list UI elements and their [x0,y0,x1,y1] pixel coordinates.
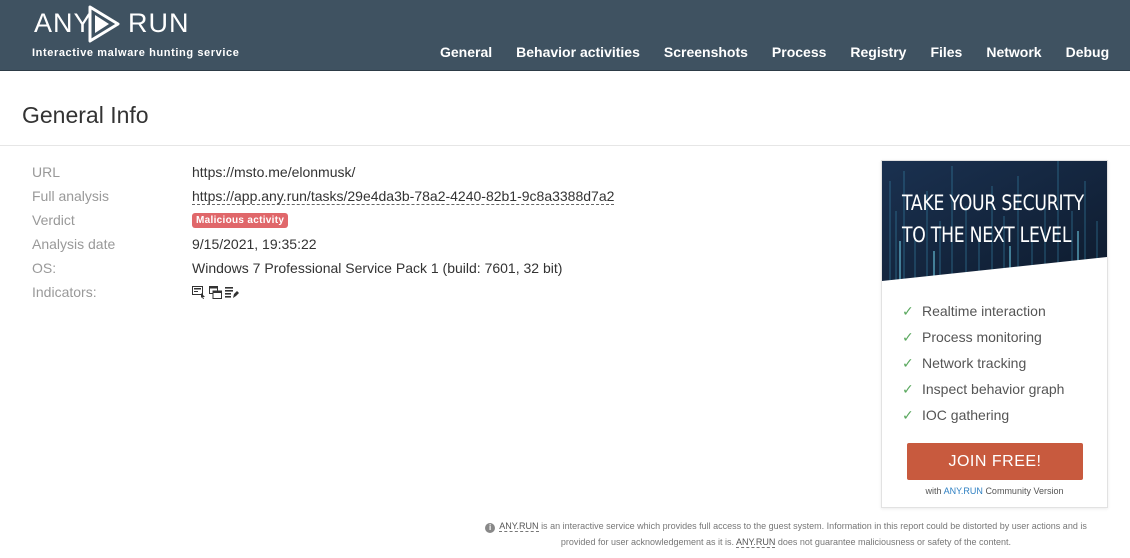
info-icon: i [485,523,496,533]
nav-debug[interactable]: Debug [1054,44,1122,60]
analysis-date-value: 9/15/2021, 19:35:22 [192,236,317,252]
verdict-badge: Malicious activity [192,212,289,228]
info-row-analysis-date: Analysis date 9/15/2021, 19:35:22 [32,234,317,254]
page-title: General Info [22,102,149,128]
list-item: ✓ IOC gathering [902,402,1064,428]
screenshot-icon[interactable] [192,285,206,299]
url-label: URL [32,164,61,180]
check-icon: ✓ [902,406,914,423]
indicators-label: Indicators: [32,284,97,300]
promo-headline-line1: TAKE YOUR SECURITY [902,191,1084,215]
nav-behavior-activities[interactable]: Behavior activities [504,44,652,60]
feature-label: Process monitoring [922,329,1042,345]
file-lines-icon[interactable] [225,286,239,299]
url-value: https://msto.me/elonmusk/ [192,164,356,180]
list-item: ✓ Process monitoring [902,324,1064,350]
promo-headline-line2: TO THE NEXT LEVEL [902,223,1072,247]
footer-text-2: does not guarantee maliciousness or safe… [777,537,1012,547]
promo-card: TAKE YOUR SECURITY TO THE NEXT LEVEL ✓ R… [881,160,1108,508]
promo-foot-suffix: Community Version [985,486,1064,496]
info-row-indicators: Indicators: [32,282,239,302]
logo-tagline: Interactive malware hunting service [32,47,240,59]
feature-label: IOC gathering [922,407,1010,423]
promo-foot-brand-link[interactable]: ANY.RUN [944,486,983,496]
logo-text-run: RUN [128,8,190,38]
top-navigation-bar: ANY RUN Interactive malware hunting serv… [0,0,1130,71]
check-icon: ✓ [902,380,914,397]
promo-footnote: with ANY.RUN Community Version [882,486,1107,496]
indicator-icons [192,285,239,299]
info-row-full-analysis: Full analysis https://app.any.run/tasks/… [32,186,615,206]
list-item: ✓ Realtime interaction [902,298,1064,324]
list-item: ✓ Inspect behavior graph [902,376,1064,402]
full-analysis-link[interactable]: https://app.any.run/tasks/29e4da3b-78a2-… [192,188,615,205]
feature-list: ✓ Realtime interaction ✓ Process monitor… [902,298,1064,428]
nav-files[interactable]: Files [918,44,974,60]
nav-screenshots[interactable]: Screenshots [652,44,760,60]
footer-disclaimer: i ANY.RUN is an interactive service whic… [480,518,1092,550]
feature-label: Inspect behavior graph [922,381,1065,397]
check-icon: ✓ [902,328,914,345]
os-label: OS: [32,260,57,276]
check-icon: ✓ [902,302,914,319]
play-logo-icon [88,5,120,43]
check-icon: ✓ [902,354,914,371]
nav-network[interactable]: Network [974,44,1053,60]
info-row-os: OS: Windows 7 Professional Service Pack … [32,258,562,278]
verdict-label: Verdict [32,212,75,228]
feature-label: Network tracking [922,355,1027,371]
info-row-verdict: Verdict Malicious activity [32,210,289,230]
nav-process[interactable]: Process [760,44,838,60]
nav-general[interactable]: General [428,44,504,60]
info-row-url: URL https://msto.me/elonmusk/ [32,162,355,182]
footer-brand-1[interactable]: ANY.RUN [499,521,539,532]
promo-foot-prefix: with [925,486,942,496]
full-analysis-label: Full analysis [32,188,110,204]
promo-headline: TAKE YOUR SECURITY TO THE NEXT LEVEL [902,187,1084,251]
list-item: ✓ Network tracking [902,350,1064,376]
join-free-button[interactable]: JOIN FREE! [907,443,1083,480]
main-nav: General Behavior activities Screenshots … [428,44,1121,60]
footer-brand-2[interactable]: ANY.RUN [736,537,776,548]
feature-label: Realtime interaction [922,303,1046,319]
promo-banner: TAKE YOUR SECURITY TO THE NEXT LEVEL [882,161,1107,281]
nav-registry[interactable]: Registry [838,44,918,60]
analysis-date-label: Analysis date [32,236,116,252]
title-divider [0,145,1130,146]
anyrun-logo[interactable]: ANY RUN [32,4,189,44]
windows-icon[interactable] [209,285,222,299]
os-value: Windows 7 Professional Service Pack 1 (b… [192,260,563,276]
